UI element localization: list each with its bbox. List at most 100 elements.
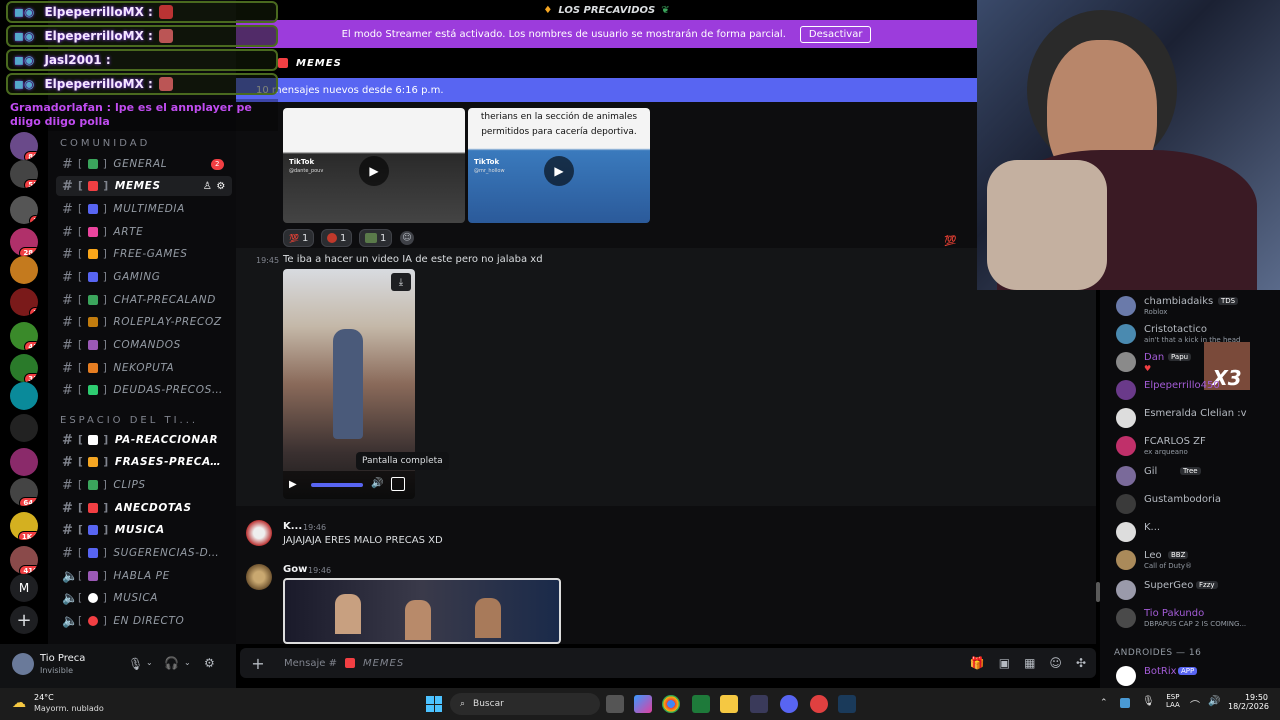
message-composer[interactable]: + Mensaje # MEMES 🎁 ▣ ▦ ☺ ✣ bbox=[240, 648, 1096, 678]
add-reaction-icon[interactable]: ☺ bbox=[400, 231, 414, 245]
category-espacio[interactable]: ESPACIO DEL TI... bbox=[60, 415, 198, 426]
channel-clips[interactable]: #[] CLIPS bbox=[56, 475, 232, 495]
member-item[interactable]: chambiadaiks TDS Roblox bbox=[1114, 294, 1280, 320]
message-author[interactable]: Gow bbox=[283, 564, 307, 575]
apps-icon[interactable]: ✣ bbox=[1076, 656, 1086, 670]
hundred-emoji-icon[interactable]: 💯 bbox=[944, 236, 970, 256]
avatar[interactable] bbox=[246, 520, 272, 546]
image-embed[interactable] bbox=[283, 578, 561, 644]
member-item[interactable]: K... bbox=[1114, 520, 1280, 546]
member-item[interactable]: Elpeperrillo450 bbox=[1114, 378, 1280, 404]
disable-streamer-button[interactable]: Desactivar bbox=[799, 25, 872, 43]
server-icon[interactable]: 31 bbox=[10, 354, 38, 382]
voice-channel-musica[interactable]: 🔈[] MUSICA bbox=[56, 588, 232, 608]
server-icon[interactable]: 80 bbox=[10, 132, 38, 160]
gif-icon[interactable]: ▣ bbox=[999, 656, 1010, 670]
discord-icon[interactable] bbox=[780, 695, 798, 713]
member-item[interactable]: Esmeralda Clelian :v bbox=[1114, 406, 1280, 432]
channel-comandos[interactable]: #[] COMANDOS bbox=[56, 335, 232, 355]
voice-channel-habla-pe[interactable]: 🔈[] HABLA PE bbox=[56, 566, 232, 586]
member-item[interactable]: BotRix APP bbox=[1114, 664, 1280, 690]
avatar[interactable] bbox=[246, 564, 272, 590]
member-item[interactable]: Cristotactico ain't that a kick in the he… bbox=[1114, 322, 1280, 348]
channel-deudas-precoses[interactable]: #[] DEUDAS-PRECOSES bbox=[56, 380, 232, 400]
server-icon[interactable] bbox=[10, 448, 38, 476]
server-icon-letter[interactable]: M bbox=[10, 574, 38, 602]
new-messages-bar[interactable]: 10 mensajes nuevos desde 6:16 p.m. bbox=[236, 78, 977, 102]
task-view-icon[interactable] bbox=[606, 695, 624, 713]
server-icon[interactable]: 1 bbox=[10, 288, 38, 316]
server-icon[interactable] bbox=[10, 256, 38, 284]
chevron-down-icon[interactable]: ⌄ bbox=[184, 658, 191, 667]
play-icon[interactable]: ▶ bbox=[359, 156, 389, 186]
taskbar-search[interactable]: ⌕ Buscar bbox=[450, 693, 600, 715]
avatar[interactable] bbox=[12, 653, 34, 675]
weather-icon[interactable]: ☁ bbox=[12, 695, 26, 711]
channel-general[interactable]: #[] GENERAL 2 bbox=[56, 154, 232, 174]
reaction-100[interactable]: 💯 1 bbox=[283, 229, 315, 247]
channel-roleplay-precoz[interactable]: #[] ROLEPLAY-PRECOZ bbox=[56, 312, 232, 332]
server-icon[interactable] bbox=[10, 382, 38, 410]
emoji-icon[interactable]: ☺ bbox=[1049, 656, 1062, 670]
chrome-icon[interactable] bbox=[662, 695, 680, 713]
category-comunidad[interactable]: COMUNIDAD bbox=[60, 138, 150, 149]
member-item[interactable]: Gustambodoria bbox=[1114, 492, 1280, 518]
server-icon[interactable]: 1 bbox=[10, 196, 38, 224]
store-icon[interactable] bbox=[750, 695, 768, 713]
chevron-down-icon[interactable]: ⌄ bbox=[146, 658, 153, 667]
member-item[interactable]: Tio Pakundo DBPAPUS CAP 2 IS COMING... bbox=[1114, 606, 1280, 632]
channel-arte[interactable]: #[] ARTE bbox=[56, 222, 232, 242]
headphones-icon[interactable]: 🎧 bbox=[164, 656, 179, 670]
server-icon[interactable]: 1K+ bbox=[10, 512, 38, 540]
tray-app-icon[interactable] bbox=[1120, 698, 1130, 708]
clock[interactable]: 19:50 18/2/2026 bbox=[1228, 693, 1269, 711]
member-item[interactable]: Leo BBZ Call of Duty® bbox=[1114, 548, 1280, 574]
server-icon[interactable]: 41 bbox=[10, 322, 38, 350]
tray-chevron-icon[interactable]: ⌃ bbox=[1100, 698, 1108, 708]
server-icon[interactable] bbox=[10, 414, 38, 442]
channel-musica[interactable]: #[] MUSICA bbox=[56, 520, 232, 540]
video-embed-left[interactable]: TikTok @dante_pouv ▶ bbox=[283, 108, 465, 223]
reaction-custom[interactable]: 1 bbox=[321, 229, 353, 247]
add-server-icon[interactable]: + bbox=[10, 606, 38, 634]
language-indicator[interactable]: ESP LAA bbox=[1166, 693, 1180, 709]
channel-nekoputa[interactable]: #[] NEKOPUTA bbox=[56, 358, 232, 378]
steam-icon[interactable] bbox=[838, 695, 856, 713]
channel-memes[interactable]: #[] MEMES ♙ ⚙ bbox=[56, 176, 232, 196]
copilot-icon[interactable] bbox=[634, 695, 652, 713]
gear-icon[interactable]: ⚙ bbox=[216, 181, 226, 192]
xbox-icon[interactable] bbox=[692, 695, 710, 713]
windows-start-icon[interactable] bbox=[426, 696, 442, 712]
add-member-icon[interactable]: ♙ bbox=[203, 181, 213, 192]
channel-multimedia[interactable]: #[] MULTIMEDIA bbox=[56, 199, 232, 219]
microphone-icon[interactable]: 🎙 bbox=[128, 657, 143, 671]
member-item[interactable]: FCARLOS ZF ex arqueano bbox=[1114, 434, 1280, 460]
settings-gear-icon[interactable]: ⚙ bbox=[204, 656, 215, 670]
server-icon[interactable]: 55 bbox=[10, 160, 38, 188]
member-item[interactable]: Dan Papu ♥ bbox=[1114, 350, 1280, 376]
server-icon[interactable]: 419 bbox=[10, 546, 38, 574]
member-item[interactable]: Gil Tree bbox=[1114, 464, 1280, 490]
wifi-icon[interactable]: ⌒ bbox=[1190, 697, 1200, 712]
folder-icon[interactable] bbox=[720, 695, 738, 713]
channel-free-games[interactable]: #[] FREE-GAMES bbox=[56, 244, 232, 264]
microphone-icon[interactable]: 🎙 bbox=[1142, 696, 1155, 707]
app-icon[interactable] bbox=[810, 695, 828, 713]
server-icon[interactable]: 284 bbox=[10, 228, 38, 256]
fullscreen-icon[interactable] bbox=[391, 477, 405, 491]
volume-slider[interactable] bbox=[311, 483, 363, 487]
channel-anecdotas[interactable]: #[] ANECDOTAS bbox=[56, 498, 232, 518]
channel-chat-precaland[interactable]: #[] CHAT-PRECALAND bbox=[56, 290, 232, 310]
message-author[interactable]: K... bbox=[283, 521, 302, 532]
channel-sugerencias[interactable]: #[] SUGERENCIAS-DE-... bbox=[56, 543, 232, 563]
volume-icon[interactable]: 🔊 bbox=[1208, 696, 1220, 707]
member-item[interactable]: SuperGeo Fzzy bbox=[1114, 578, 1280, 604]
play-icon[interactable]: ▶ bbox=[544, 156, 574, 186]
gift-icon[interactable]: 🎁 bbox=[970, 656, 985, 670]
add-attachment-icon[interactable]: + bbox=[240, 654, 276, 673]
volume-icon[interactable]: 🔊 bbox=[371, 478, 383, 489]
channel-gaming[interactable]: #[] GAMING bbox=[56, 267, 232, 287]
channel-pa-reaccionar[interactable]: #[] PA-REACCIONAR bbox=[56, 430, 232, 450]
server-icon[interactable]: 644 bbox=[10, 478, 38, 506]
sticker-icon[interactable]: ▦ bbox=[1024, 656, 1035, 670]
